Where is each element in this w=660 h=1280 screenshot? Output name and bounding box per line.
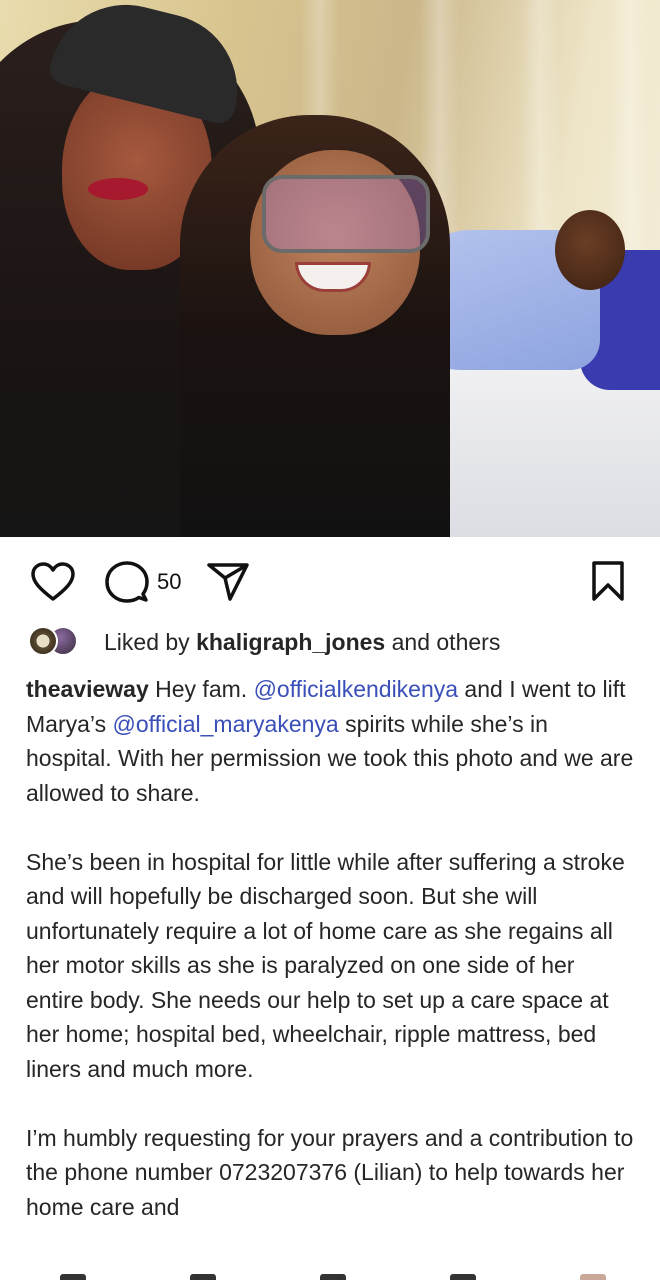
caption-paragraph: She’s been in hospital for little while … <box>26 848 625 1082</box>
nav-icon-edge[interactable] <box>450 1274 476 1280</box>
profile-avatar-edge[interactable] <box>580 1274 606 1280</box>
liked-by-suffix: and others <box>385 629 501 655</box>
liked-by-prefix: Liked by <box>104 629 197 655</box>
caption-paragraph: I’m humbly requesting for your prayers a… <box>26 1124 634 1220</box>
mention-link[interactable]: @officialkendikenya <box>254 676 458 702</box>
caption-paragraph: theavieway Hey fam. @officialkendikenya … <box>26 672 638 810</box>
patient-face <box>555 210 625 290</box>
liker-avatar <box>28 626 58 656</box>
heart-icon[interactable] <box>30 561 76 603</box>
nav-icon-edge[interactable] <box>190 1274 216 1280</box>
person-left-smile <box>88 178 148 200</box>
caption-text: Hey fam. <box>155 676 254 702</box>
post-caption: theavieway Hey fam. @officialkendikenya … <box>26 672 638 1224</box>
caption-username[interactable]: theavieway <box>26 676 149 702</box>
mention-link[interactable]: @official_maryakenya <box>113 711 339 737</box>
eyeglasses <box>262 175 430 253</box>
comment-bubble-icon[interactable] <box>104 560 150 604</box>
paper-plane-icon[interactable] <box>206 561 250 603</box>
liked-by-username[interactable]: khaligraph_jones <box>196 629 385 655</box>
bookmark-icon[interactable] <box>591 560 625 602</box>
liked-by-text[interactable]: Liked by khaligraph_jones and others <box>104 629 500 656</box>
liked-by-row[interactable]: Liked by khaligraph_jones and others <box>28 626 648 660</box>
nav-icon-edge[interactable] <box>320 1274 346 1280</box>
nav-icon-edge[interactable] <box>60 1274 86 1280</box>
post-action-bar <box>0 537 660 627</box>
comment-count[interactable]: 50 <box>157 569 181 595</box>
post-photo[interactable] <box>0 0 660 537</box>
